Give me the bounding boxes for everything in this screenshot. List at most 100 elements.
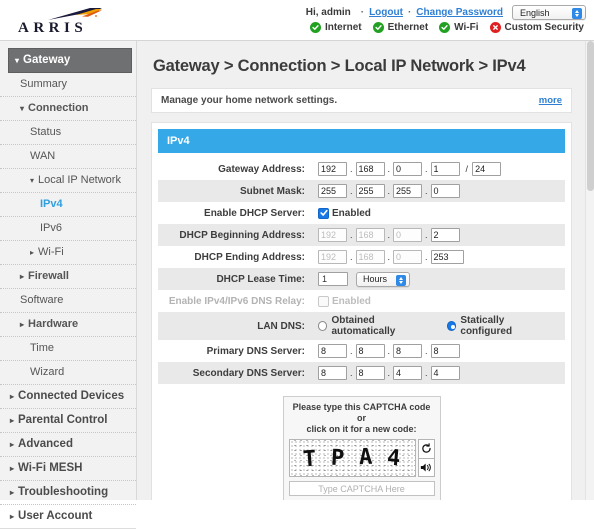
row-dns-relay: Enable IPv4/IPv6 DNS Relay: Enabled <box>158 290 565 312</box>
octet-separator: . <box>350 186 353 196</box>
dhcp-lease-time-field[interactable]: 1 Hours <box>318 271 410 287</box>
field-label: DHCP Beginning Address: <box>179 229 305 241</box>
sidebar-item-user-account[interactable]: ▸ User Account <box>0 505 136 529</box>
sidebar-item-wizard[interactable]: Wizard <box>0 361 136 385</box>
sidebar-item-label: Summary <box>20 78 68 90</box>
gateway-octet-2[interactable]: 168 <box>355 162 385 176</box>
change-password-link[interactable]: Change Password <box>416 7 503 18</box>
lan-dns-radio-static[interactable] <box>446 321 457 331</box>
sidebar-item-firewall[interactable]: ▸ Firewall <box>0 265 136 289</box>
status-item-wifi: Wi-Fi <box>439 22 479 33</box>
captcha-refresh-button[interactable] <box>417 439 435 459</box>
octet-separator: . <box>425 186 428 196</box>
row-subnet-mask: Subnet Mask: 255 . 255 . 255 . 0 <box>158 180 565 202</box>
more-link[interactable]: more <box>539 95 562 106</box>
primary-dns-octet-3[interactable]: 8 <box>393 344 423 358</box>
x-circle-icon <box>489 22 501 33</box>
octet-separator: . <box>387 368 391 378</box>
captcha-image[interactable]: T P A 4 <box>288 439 416 477</box>
sidebar-item-local-ip-network[interactable]: ▾ Local IP Network <box>0 169 136 193</box>
octet-separator: . <box>387 164 391 174</box>
status-indicators: Internet Ethernet Wi-Fi Custom Security <box>309 22 584 33</box>
sidebar-item-status[interactable]: Status <box>0 121 136 145</box>
octet-separator: . <box>425 252 428 262</box>
gateway-prefix-length[interactable]: 24 <box>472 162 502 176</box>
dhcp-begin-octet-4[interactable]: 2 <box>430 228 460 242</box>
sidebar-item-software[interactable]: Software <box>0 289 136 313</box>
sidebar-item-wifi[interactable]: ▸ Wi-Fi <box>0 241 136 265</box>
sidebar-item-summary[interactable]: Summary <box>0 73 136 97</box>
language-select[interactable]: English <box>512 5 586 20</box>
lan-dns-radio-auto[interactable] <box>318 321 328 331</box>
check-circle-icon <box>439 22 451 33</box>
gateway-octet-1[interactable]: 192 <box>318 162 347 176</box>
lan-dns-field[interactable]: Obtained automatically Statically config… <box>318 315 565 337</box>
captcha-audio-button[interactable] <box>417 458 435 477</box>
select-stepper-icon <box>572 8 582 19</box>
sidebar-item-label: Advanced <box>18 438 73 450</box>
sidebar-item-label: User Account <box>18 510 93 522</box>
arris-wordmark: ARRIS <box>18 20 88 36</box>
check-circle-icon <box>309 22 321 33</box>
sidebar-item-advanced[interactable]: ▸ Advanced <box>0 433 136 457</box>
page-scrollbar[interactable] <box>585 41 594 500</box>
primary-dns-octet-2[interactable]: 8 <box>355 344 385 358</box>
captcha-input[interactable]: Type CAPTCHA Here <box>288 481 435 496</box>
separator-dot: · <box>360 7 365 18</box>
scrollbar-thumb[interactable] <box>587 41 594 191</box>
row-lan-dns: LAN DNS: Obtained automatically Statical… <box>158 312 565 340</box>
checkbox-label: Enabled <box>332 207 371 219</box>
enable-dhcp-server-field[interactable]: Enabled <box>318 207 371 219</box>
sidebar-nav: ▾ Gateway Summary ▾ Connection Status WAN … <box>0 41 137 529</box>
sidebar-item-gateway[interactable]: ▾ Gateway <box>8 48 132 73</box>
chevron-right-icon: ▸ <box>10 464 15 473</box>
sidebar-item-hardware[interactable]: ▸ Hardware <box>0 313 136 337</box>
logout-link[interactable]: Logout <box>369 7 403 18</box>
gateway-address-field[interactable]: 192 . 168 . 0 . 1 / 24 <box>318 162 502 176</box>
dhcp-ending-address-field[interactable]: 192 . 168 . 0 . 253 <box>318 250 464 264</box>
primary-dns-octet-4[interactable]: 8 <box>430 344 460 358</box>
secondary-dns-field[interactable]: 8 . 8 . 4 . 4 <box>318 366 460 380</box>
sidebar-item-label: Local IP Network <box>38 174 121 186</box>
sidebar-item-time[interactable]: Time <box>0 337 136 361</box>
chevron-right-icon: ▸ <box>30 248 35 257</box>
field-label: Primary DNS Server: <box>206 345 305 357</box>
dhcp-beginning-address-field[interactable]: 192 . 168 . 0 . 2 <box>318 228 460 242</box>
subnet-octet-4[interactable]: 0 <box>430 184 460 198</box>
dhcp-end-octet-4[interactable]: 253 <box>430 250 464 264</box>
lease-time-unit-select[interactable]: Hours <box>356 271 410 287</box>
octet-separator: . <box>425 164 428 174</box>
gateway-octet-3[interactable]: 0 <box>393 162 423 176</box>
secondary-dns-octet-1[interactable]: 8 <box>318 366 347 380</box>
primary-dns-field[interactable]: 8 . 8 . 8 . 8 <box>318 344 460 358</box>
sidebar-item-ipv4[interactable]: IPv4 <box>0 193 136 217</box>
description-card: Manage your home network settings. more <box>151 88 572 113</box>
secondary-dns-octet-2[interactable]: 8 <box>355 366 385 380</box>
sidebar-item-parental-control[interactable]: ▸ Parental Control <box>0 409 136 433</box>
subnet-mask-field[interactable]: 255 . 255 . 255 . 0 <box>318 184 460 198</box>
status-label: Custom Security <box>504 22 584 33</box>
radio-label-static: Statically configured <box>460 315 513 337</box>
select-stepper-icon <box>396 274 406 286</box>
status-item-custom-security: Custom Security <box>489 22 584 33</box>
sidebar-item-troubleshooting[interactable]: ▸ Troubleshooting <box>0 481 136 505</box>
subnet-octet-2[interactable]: 255 <box>355 184 385 198</box>
subnet-octet-1[interactable]: 255 <box>318 184 347 198</box>
arris-logo[interactable]: ARRIS <box>18 7 110 36</box>
status-label: Wi-Fi <box>454 22 479 33</box>
enable-dhcp-checkbox[interactable] <box>318 207 329 219</box>
row-primary-dns: Primary DNS Server: 8 . 8 . 8 . 8 <box>158 340 565 362</box>
primary-dns-octet-1[interactable]: 8 <box>318 344 347 358</box>
lease-time-input[interactable]: 1 <box>318 272 348 286</box>
sidebar-item-wan[interactable]: WAN <box>0 145 136 169</box>
gateway-octet-4[interactable]: 1 <box>430 162 460 176</box>
sidebar-item-ipv6[interactable]: IPv6 <box>0 217 136 241</box>
status-label: Internet <box>324 22 362 33</box>
secondary-dns-octet-3[interactable]: 4 <box>393 366 423 380</box>
field-label: Subnet Mask: <box>239 185 305 197</box>
sidebar-item-connected-devices[interactable]: ▸ Connected Devices <box>0 385 136 409</box>
sidebar-item-wifi-mesh[interactable]: ▸ Wi-Fi MESH <box>0 457 136 481</box>
subnet-octet-3[interactable]: 255 <box>393 184 423 198</box>
sidebar-item-connection[interactable]: ▾ Connection <box>0 97 136 121</box>
secondary-dns-octet-4[interactable]: 4 <box>430 366 460 380</box>
